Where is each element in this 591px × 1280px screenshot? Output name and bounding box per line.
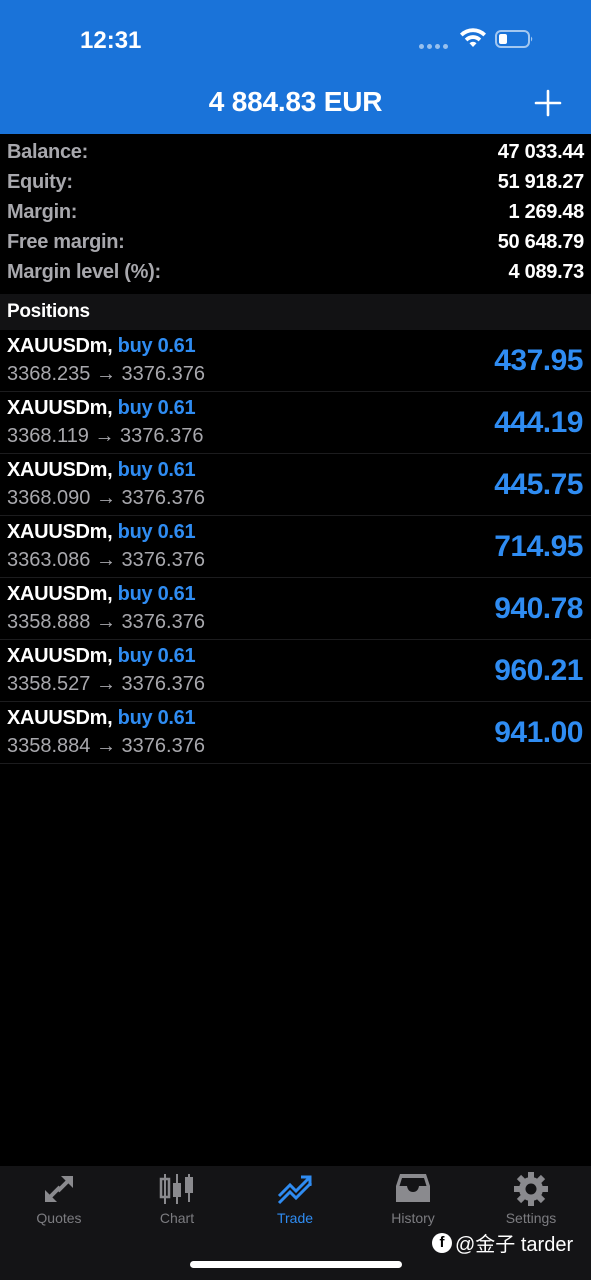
positions-heading: Positions <box>7 301 90 322</box>
top-bar: 12:31 4 884.83 EUR <box>0 0 591 134</box>
position-symbol: XAUUSDm, <box>7 459 113 481</box>
position-prices: 3358.888 → 3376.376 <box>7 611 205 633</box>
battery-icon <box>495 30 533 48</box>
margin-row: Margin: 1 269.48 <box>0 197 591 227</box>
position-side: buy 0.61 <box>117 397 196 419</box>
balance-value: 47 033.44 <box>497 140 585 163</box>
cellular-signal-icon <box>419 44 448 49</box>
inbox-tray-icon <box>396 1174 430 1202</box>
status-time: 12:31 <box>80 27 142 54</box>
position-profit: 941.00 <box>494 716 583 749</box>
free-margin-label: Free margin: <box>7 230 125 253</box>
margin-value: 1 269.48 <box>508 200 585 223</box>
position-row[interactable]: XAUUSDm, buy 0.61 3363.086 → 3376.376 71… <box>0 516 591 578</box>
balance-row: Balance: 47 033.44 <box>0 137 591 167</box>
margin-level-label: Margin level (%): <box>7 260 161 283</box>
tab-trade-label: Trade <box>276 1210 314 1226</box>
account-equity-title: 4 884.83 EUR <box>208 86 383 117</box>
position-row[interactable]: XAUUSDm, buy 0.61 3358.527 → 3376.376 96… <box>0 640 591 702</box>
position-symbol: XAUUSDm, <box>7 583 113 605</box>
balance-label: Balance: <box>7 140 88 163</box>
plus-icon[interactable] <box>533 88 563 118</box>
position-prices: 3368.119 → 3376.376 <box>7 425 204 447</box>
position-symbol: XAUUSDm, <box>7 645 113 667</box>
position-profit: 437.95 <box>494 344 583 377</box>
position-symbol: XAUUSDm, <box>7 707 113 729</box>
position-side: buy 0.61 <box>117 645 196 667</box>
facebook-icon: f <box>432 1232 452 1253</box>
tab-chart[interactable]: Chart <box>118 1172 236 1238</box>
position-prices: 3358.527 → 3376.376 <box>7 673 205 695</box>
position-symbol: XAUUSDm, <box>7 521 113 543</box>
position-side: buy 0.61 <box>117 707 196 729</box>
tab-history-label: History <box>391 1210 435 1226</box>
margin-level-value: 4 089.73 <box>508 260 585 283</box>
position-symbol: XAUUSDm, <box>7 397 113 419</box>
position-profit: 960.21 <box>494 654 583 687</box>
position-side: buy 0.61 <box>117 521 196 543</box>
positions-list: XAUUSDm, buy 0.61 3368.235 → 3376.376 43… <box>0 330 591 764</box>
position-side: buy 0.61 <box>117 335 196 357</box>
watermark: f @金子 tarder <box>432 1228 573 1257</box>
tab-quotes[interactable]: Quotes <box>0 1172 118 1238</box>
position-row[interactable]: XAUUSDm, buy 0.61 3368.119 → 3376.376 44… <box>0 392 591 454</box>
position-profit: 714.95 <box>494 530 583 563</box>
position-row[interactable]: XAUUSDm, buy 0.61 3358.884 → 3376.376 94… <box>0 702 591 764</box>
watermark-text: @金子 tarder <box>455 1234 574 1256</box>
position-prices: 3368.090 → 3376.376 <box>7 487 205 509</box>
position-side: buy 0.61 <box>117 583 196 605</box>
tab-trade[interactable]: Trade <box>236 1172 354 1238</box>
position-row[interactable]: XAUUSDm, buy 0.61 3368.235 → 3376.376 43… <box>0 330 591 392</box>
quotes-arrows-icon <box>45 1176 73 1202</box>
equity-row: Equity: 51 918.27 <box>0 167 591 197</box>
position-profit: 445.75 <box>494 468 583 501</box>
equity-label: Equity: <box>7 170 73 193</box>
position-row[interactable]: XAUUSDm, buy 0.61 3368.090 → 3376.376 44… <box>0 454 591 516</box>
position-prices: 3363.086 → 3376.376 <box>7 549 205 571</box>
equity-value: 51 918.27 <box>497 170 585 193</box>
tab-quotes-label: Quotes <box>36 1210 82 1226</box>
position-row[interactable]: XAUUSDm, buy 0.61 3358.888 → 3376.376 94… <box>0 578 591 640</box>
position-prices: 3358.884 → 3376.376 <box>7 735 205 757</box>
margin-level-row: Margin level (%): 4 089.73 <box>0 257 591 287</box>
account-summary: Balance: 47 033.44 Equity: 51 918.27 Mar… <box>0 137 591 287</box>
margin-label: Margin: <box>7 200 78 223</box>
gear-icon <box>514 1172 548 1206</box>
trade-trend-icon <box>277 1175 313 1205</box>
free-margin-row: Free margin: 50 648.79 <box>0 227 591 257</box>
position-symbol: XAUUSDm, <box>7 335 113 357</box>
position-profit: 444.19 <box>494 406 583 439</box>
tab-settings-label: Settings <box>505 1210 557 1226</box>
candlestick-icon <box>159 1174 193 1204</box>
free-margin-value: 50 648.79 <box>497 230 585 253</box>
position-profit: 940.78 <box>494 592 583 625</box>
positions-section-header: Positions <box>0 294 591 330</box>
home-indicator[interactable] <box>190 1261 402 1268</box>
wifi-icon <box>460 28 486 47</box>
tab-chart-label: Chart <box>159 1210 195 1226</box>
position-side: buy 0.61 <box>117 459 196 481</box>
position-prices: 3368.235 → 3376.376 <box>7 363 205 385</box>
